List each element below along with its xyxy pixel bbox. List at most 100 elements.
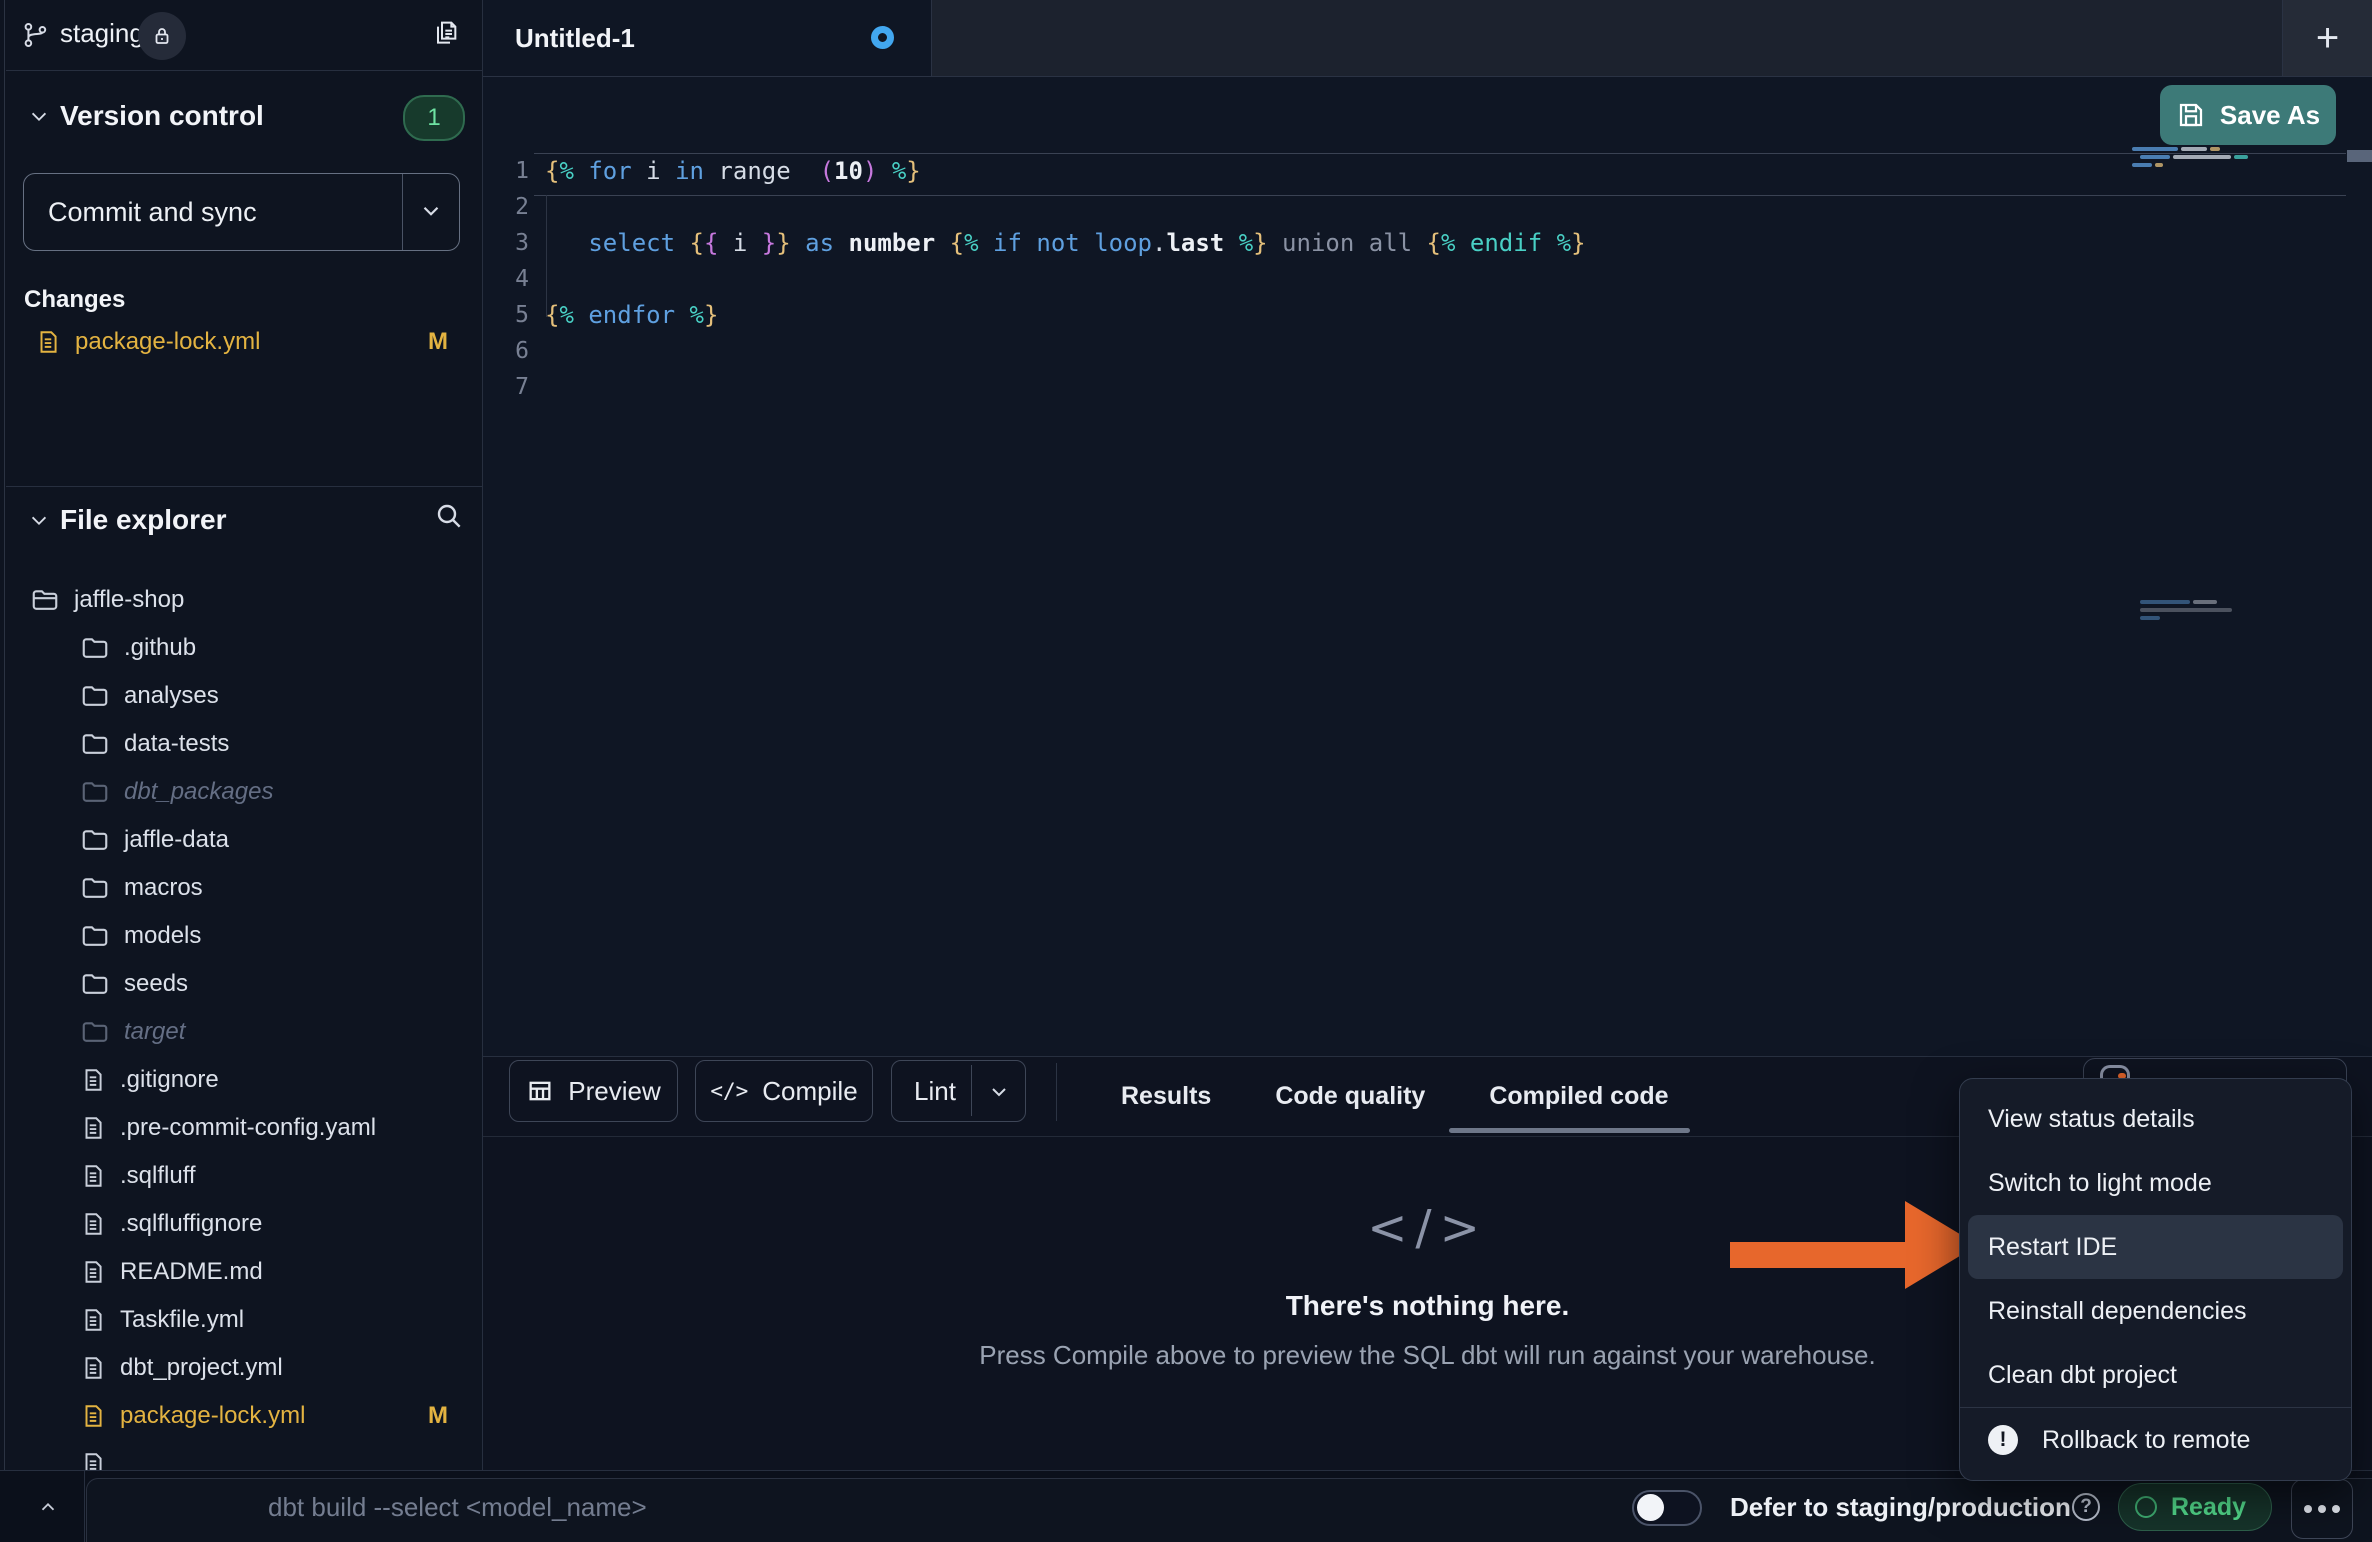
tree-item-jaffle-shop[interactable]: jaffle-shop bbox=[0, 576, 482, 624]
dot bbox=[2332, 1505, 2340, 1513]
menu-item-label: Reinstall dependencies bbox=[1988, 1297, 2247, 1326]
search-icon[interactable] bbox=[433, 500, 465, 532]
expand-command-bar-chevron[interactable] bbox=[30, 1493, 66, 1521]
tree-item-jaffle-data[interactable]: jaffle-data bbox=[0, 816, 482, 864]
version-control-title: Version control bbox=[60, 100, 264, 132]
folder-icon bbox=[80, 633, 110, 663]
file-icon bbox=[80, 1067, 106, 1093]
code-editor[interactable]: 1{% for i in range (10) %}23 select {{ i… bbox=[483, 77, 2372, 1056]
save-as-label: Save As bbox=[2220, 100, 2320, 131]
results-tab-bar: Results Code quality Compiled code bbox=[1121, 1057, 1669, 1135]
tree-item-label: .gitignore bbox=[120, 1066, 219, 1094]
tree-item-label: .sqlfluffignore bbox=[120, 1210, 262, 1238]
menu-item-label: View status details bbox=[1988, 1105, 2195, 1134]
divider bbox=[402, 174, 403, 250]
ide-options-menu: View status detailsSwitch to light modeR… bbox=[1959, 1078, 2352, 1481]
tree-item-package-lock.yml[interactable]: package-lock.ymlM bbox=[0, 1392, 482, 1440]
tree-item-label: target bbox=[124, 1018, 185, 1046]
defer-toggle[interactable] bbox=[1632, 1490, 1702, 1526]
tree-item-.gitignore[interactable]: .gitignore bbox=[0, 1056, 482, 1104]
tree-item-dbt_packages[interactable]: dbt_packages bbox=[0, 768, 482, 816]
code-line-3[interactable]: select {{ i }} as number {% if not loop.… bbox=[545, 225, 1586, 261]
tree-item-analyses[interactable]: analyses bbox=[0, 672, 482, 720]
tree-item-.sqlfluff[interactable]: .sqlfluff bbox=[0, 1152, 482, 1200]
menu-item-clean-dbt-project[interactable]: Clean dbt project bbox=[1960, 1343, 2351, 1407]
file-icon bbox=[80, 1163, 106, 1189]
folder-icon bbox=[80, 969, 110, 999]
menu-item-rollback-to-remote[interactable]: !Rollback to remote bbox=[1960, 1408, 2351, 1472]
lint-label: Lint bbox=[914, 1076, 956, 1107]
folder-icon bbox=[80, 873, 110, 903]
changes-label: Changes bbox=[24, 286, 125, 314]
tree-item-partial[interactable] bbox=[0, 1440, 482, 1470]
folder-icon bbox=[80, 1017, 110, 1047]
tree-item-README.md[interactable]: README.md bbox=[0, 1248, 482, 1296]
code-line-1[interactable]: {% for i in range (10) %} bbox=[545, 153, 921, 189]
tab-untitled-1[interactable]: Untitled-1 bbox=[483, 0, 932, 76]
dbt-cloud-ide: staging Version control 1 Commit and syn… bbox=[0, 0, 2372, 1542]
tree-item-label: jaffle-data bbox=[124, 826, 229, 854]
menu-item-restart-ide[interactable]: Restart IDE bbox=[1968, 1215, 2343, 1279]
line-number: 4 bbox=[483, 261, 537, 297]
file-icon bbox=[80, 1211, 106, 1237]
tree-item-seeds[interactable]: seeds bbox=[0, 960, 482, 1008]
tree-item-label: models bbox=[124, 922, 201, 950]
ide-options-button[interactable] bbox=[2291, 1479, 2353, 1539]
menu-item-view-status-details[interactable]: View status details bbox=[1960, 1087, 2351, 1151]
tree-item-Taskfile.yml[interactable]: Taskfile.yml bbox=[0, 1296, 482, 1344]
tree-item-macros[interactable]: macros bbox=[0, 864, 482, 912]
file-explorer-collapse-chevron[interactable] bbox=[26, 510, 52, 532]
copy-branch-button[interactable] bbox=[430, 16, 462, 48]
unsaved-indicator-dot bbox=[871, 26, 894, 49]
code-line-5[interactable]: {% endfor %} bbox=[545, 297, 718, 333]
tree-item-.pre-commit-config.yaml[interactable]: .pre-commit-config.yaml bbox=[0, 1104, 482, 1152]
modified-status-badge: M bbox=[428, 1402, 448, 1430]
menu-item-switch-to-light-mode[interactable]: Switch to light mode bbox=[1960, 1151, 2351, 1215]
results-tab-compiled-code[interactable]: Compiled code bbox=[1489, 1082, 1668, 1111]
tree-item-label: Taskfile.yml bbox=[120, 1306, 244, 1334]
preview-button[interactable]: Preview bbox=[509, 1060, 678, 1122]
lint-button[interactable]: Lint bbox=[891, 1060, 1026, 1122]
commit-and-sync-button[interactable]: Commit and sync bbox=[23, 173, 460, 251]
tree-item-target[interactable]: target bbox=[0, 1008, 482, 1056]
tree-item-.sqlfluffignore[interactable]: .sqlfluffignore bbox=[0, 1200, 482, 1248]
menu-item-reinstall-dependencies[interactable]: Reinstall dependencies bbox=[1960, 1279, 2351, 1343]
menu-item-label: Clean dbt project bbox=[1988, 1361, 2177, 1390]
divider bbox=[6, 486, 482, 487]
help-icon[interactable]: ? bbox=[2072, 1493, 2100, 1521]
version-control-collapse-chevron[interactable] bbox=[26, 106, 52, 128]
tree-item-data-tests[interactable]: data-tests bbox=[0, 720, 482, 768]
command-input[interactable]: dbt build --select <model_name> bbox=[268, 1471, 647, 1542]
preview-label: Preview bbox=[568, 1076, 660, 1107]
tree-item-label: .github bbox=[124, 634, 196, 662]
file-icon bbox=[80, 1451, 106, 1470]
new-tab-button[interactable]: + bbox=[2282, 0, 2372, 76]
dot bbox=[2318, 1505, 2326, 1513]
status-label: Ready bbox=[2171, 1493, 2246, 1522]
table-icon bbox=[526, 1077, 554, 1105]
results-tab-results[interactable]: Results bbox=[1121, 1082, 1211, 1111]
changed-file-name: package-lock.yml bbox=[75, 328, 260, 356]
line-number: 7 bbox=[483, 369, 537, 405]
folder-icon bbox=[80, 825, 110, 855]
tree-item-models[interactable]: models bbox=[0, 912, 482, 960]
lint-options-chevron-icon[interactable] bbox=[986, 1080, 1012, 1104]
panel-edge bbox=[4, 0, 5, 1542]
tree-item-label: .sqlfluff bbox=[120, 1162, 196, 1190]
commit-options-chevron-icon[interactable] bbox=[417, 198, 445, 224]
branch-name: staging bbox=[60, 18, 144, 49]
results-tab-code-quality[interactable]: Code quality bbox=[1275, 1082, 1425, 1111]
save-as-button[interactable]: Save As bbox=[2160, 85, 2336, 145]
tree-item-dbt_project.yml[interactable]: dbt_project.yml bbox=[0, 1344, 482, 1392]
file-icon bbox=[80, 1115, 106, 1141]
changed-file-row[interactable]: package-lock.yml M bbox=[0, 320, 482, 364]
editor-scrollbar-thumb[interactable] bbox=[2347, 150, 2372, 162]
line-number: 6 bbox=[483, 333, 537, 369]
folder-icon bbox=[80, 777, 110, 807]
status-circle-icon bbox=[2135, 1496, 2157, 1518]
git-branch-icon bbox=[22, 21, 50, 49]
tree-item-.github[interactable]: .github bbox=[0, 624, 482, 672]
divider bbox=[6, 70, 482, 71]
compile-button[interactable]: </> Compile bbox=[695, 1060, 873, 1122]
file-tree: jaffle-shop.githubanalysesdata-testsdbt_… bbox=[0, 576, 482, 1470]
